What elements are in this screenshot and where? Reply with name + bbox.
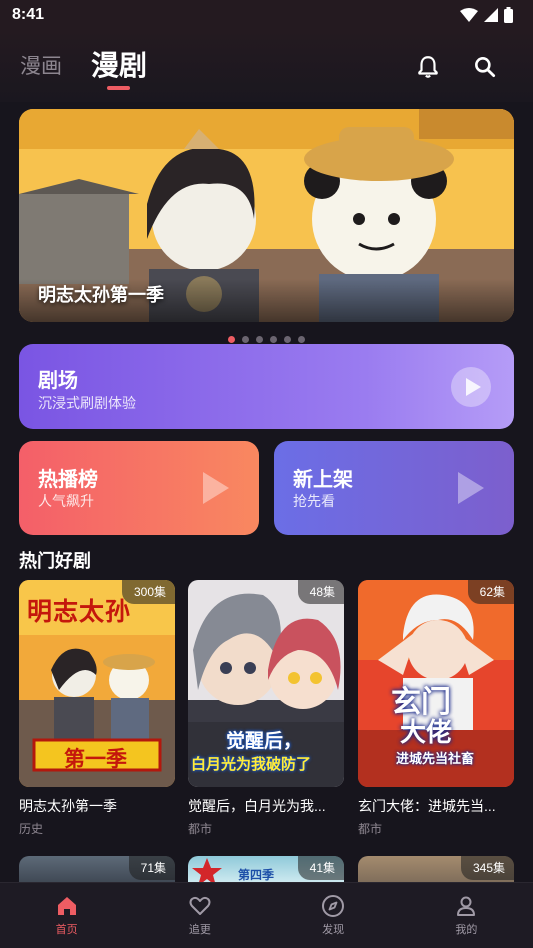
drama-poster[interactable]: 觉醒后， 白月光为我破防了 48集 bbox=[188, 580, 344, 787]
wifi-icon bbox=[460, 8, 478, 22]
tab-manhua[interactable]: 漫画 bbox=[20, 50, 62, 80]
carousel-dot[interactable] bbox=[228, 336, 235, 343]
banner-carousel[interactable]: 明志太孙第一季 bbox=[19, 109, 514, 322]
drama-card[interactable]: 觉醒后， 白月光为我破防了 48集 觉醒后，白月光为我... 都市 bbox=[188, 580, 344, 837]
drama-poster[interactable]: 玄门 大佬 进城先当社畜 62集 bbox=[358, 580, 514, 787]
header: 漫画 漫剧 bbox=[0, 30, 533, 102]
battery-icon bbox=[504, 7, 513, 23]
bottom-nav: 首页 追更 发现 我的 bbox=[0, 882, 533, 948]
nav-label: 追更 bbox=[188, 924, 211, 936]
play-icon bbox=[451, 367, 491, 407]
nav-item-home[interactable]: 首页 bbox=[0, 894, 133, 937]
tab-manju[interactable]: 漫剧 bbox=[91, 44, 147, 84]
carousel-dot[interactable] bbox=[242, 336, 249, 343]
poster-text-top: 觉醒后， bbox=[226, 731, 303, 752]
poster-text-bottom: 白月光为我破防了 bbox=[191, 756, 312, 773]
hot-list-card[interactable]: 热播榜 人气飙升 bbox=[19, 441, 259, 535]
active-tab-indicator bbox=[107, 86, 130, 90]
nav-label: 首页 bbox=[55, 924, 78, 936]
status-icons bbox=[460, 7, 513, 23]
poster-text: 第四季 bbox=[238, 868, 275, 882]
drama-tag: 都市 bbox=[358, 822, 383, 836]
section-title: 热门好剧 bbox=[19, 551, 91, 571]
episode-count-badge: 62集 bbox=[467, 580, 514, 604]
drama-title: 觉醒后，白月光为我... bbox=[188, 798, 326, 814]
episode-count-badge: 300集 bbox=[121, 580, 175, 604]
play-icon bbox=[458, 472, 484, 504]
play-icon bbox=[203, 472, 229, 504]
signal-icon bbox=[484, 8, 498, 22]
theater-title: 剧场 bbox=[38, 370, 78, 392]
new-arrivals-card[interactable]: 新上架 抢先看 bbox=[274, 441, 514, 535]
hot-list-subtitle: 人气飙升 bbox=[38, 493, 94, 509]
theater-card[interactable]: 剧场 沉浸式刷剧体验 bbox=[19, 344, 514, 429]
bell-icon[interactable] bbox=[415, 54, 441, 80]
status-time: 8:41 bbox=[12, 6, 45, 23]
carousel-dot[interactable] bbox=[270, 336, 277, 343]
theater-subtitle: 沉浸式刷剧体验 bbox=[38, 395, 136, 411]
poster-text-top: 明志太孙 bbox=[27, 598, 132, 626]
carousel-indicator bbox=[0, 336, 533, 343]
poster-text-mid: 大佬 bbox=[400, 717, 453, 747]
search-icon[interactable] bbox=[472, 54, 498, 80]
episode-count-badge: 41集 bbox=[297, 856, 344, 880]
user-icon bbox=[457, 896, 476, 916]
drama-card[interactable]: 玄门 大佬 进城先当社畜 62集 玄门大佬：进城先当... 都市 bbox=[358, 580, 514, 837]
drama-title: 明志太孙第一季 bbox=[19, 798, 117, 814]
poster-text-bottom: 进城先当社畜 bbox=[396, 751, 475, 766]
drama-title: 玄门大佬：进城先当... bbox=[358, 798, 496, 814]
nav-item-discover[interactable]: 发现 bbox=[267, 894, 400, 937]
compass-icon bbox=[322, 895, 345, 917]
drama-tag: 历史 bbox=[19, 822, 44, 836]
home-icon bbox=[57, 897, 76, 915]
drama-tag: 都市 bbox=[188, 822, 213, 836]
episode-count-badge: 71集 bbox=[128, 856, 175, 880]
nav-label: 我的 bbox=[455, 924, 478, 936]
nav-item-follow[interactable]: 追更 bbox=[133, 894, 266, 937]
nav-label: 发现 bbox=[322, 924, 345, 936]
episode-count-badge: 48集 bbox=[297, 580, 344, 604]
status-bar: 8:41 bbox=[0, 0, 533, 30]
heart-icon bbox=[189, 896, 211, 915]
carousel-dot[interactable] bbox=[256, 336, 263, 343]
nav-item-profile[interactable]: 我的 bbox=[400, 894, 533, 937]
banner-title: 明志太孙第一季 bbox=[38, 285, 164, 305]
poster-text-bottom: 第一季 bbox=[64, 748, 127, 771]
new-arrivals-subtitle: 抢先看 bbox=[293, 493, 335, 509]
carousel-dot[interactable] bbox=[298, 336, 305, 343]
drama-poster[interactable]: 明志太孙 第一季 300集 bbox=[19, 580, 175, 787]
drama-card[interactable]: 明志太孙 第一季 300集 明志太孙第一季 历史 bbox=[19, 580, 175, 837]
hot-list-title: 热播榜 bbox=[38, 469, 98, 491]
new-arrivals-title: 新上架 bbox=[293, 469, 353, 491]
episode-count-badge: 345集 bbox=[460, 856, 514, 880]
carousel-dot[interactable] bbox=[284, 336, 291, 343]
